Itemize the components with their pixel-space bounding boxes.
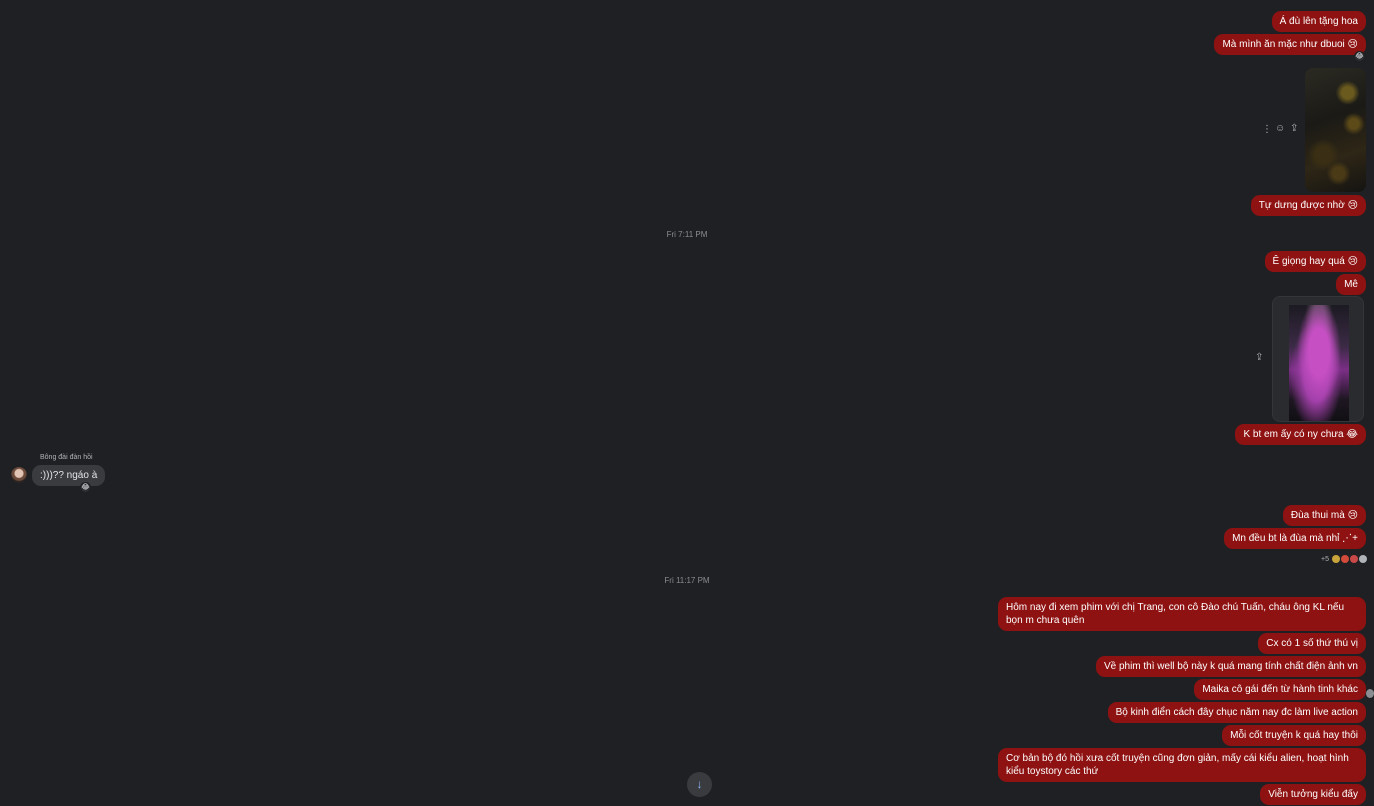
seen-avatar [1366,689,1374,698]
message-bubble[interactable]: Á đù lên tặng hoa [1271,11,1366,32]
reaction-icon[interactable]: 😂 [1354,51,1365,62]
message-bubble[interactable]: Đùa thui mà 😢 [1282,505,1366,526]
react-icon[interactable]: ☺ [1275,124,1285,134]
chat-thread: Á đù lên tặng hoa Mà mình ăn mặc như dbu… [0,0,1374,806]
reactions-summary[interactable]: +5 [1321,553,1367,565]
sender-name: Bông đài đàn hồi [40,454,93,461]
message-bubble[interactable]: Mê [1336,274,1366,295]
message-bubble[interactable]: Bộ kinh điển cách đây chục năm nay đc là… [1107,702,1366,723]
reaction-icon [1358,555,1367,563]
message-bubble[interactable]: Mà mình ăn mặc như dbuoi 😢 [1214,34,1366,55]
share-icon[interactable]: ⇪ [1255,353,1263,363]
video-attachment[interactable] [1272,296,1364,422]
message-bubble[interactable]: Tự dưng được nhờ 😢 [1250,195,1366,216]
reaction-count: +5 [1321,555,1329,563]
message-bubble[interactable]: Ê giọng hay quá 😢 [1264,251,1366,272]
message-bubble[interactable]: K bt em ấy có ny chưa 😂 [1235,424,1366,445]
message-bubble[interactable]: Hôm nay đi xem phim với chị Trang, con c… [998,597,1366,631]
message-bubble[interactable]: Maika cô gái đến từ hành tinh khác [1194,679,1366,700]
message-bubble[interactable]: Về phim thì well bộ này k quá mang tính … [1095,656,1366,677]
share-icon[interactable]: ⇪ [1290,124,1298,134]
timestamp: Fri 11:17 PM [664,576,710,585]
message-bubble[interactable]: Viễn tưởng kiểu đấy [1260,784,1366,805]
photo-attachment[interactable] [1305,68,1366,192]
more-options-icon[interactable]: ⋮ [1262,125,1272,135]
avatar[interactable] [11,467,27,483]
message-bubble[interactable]: Mn đều bt là đùa mà nhỉ ⋰+ [1224,528,1366,549]
reaction-icon[interactable]: 😂 [80,482,91,493]
reaction-icon [1331,555,1340,563]
message-bubble[interactable]: Cx có 1 số thứ thú vị [1258,633,1366,654]
scroll-to-bottom-button[interactable]: ↓ [687,772,712,797]
reaction-icon [1349,555,1358,563]
reaction-icon [1340,555,1349,563]
video-thumbnail [1289,305,1349,421]
message-bubble[interactable]: Cơ bản bộ đó hồi xưa cốt truyện cũng đơn… [998,748,1366,782]
message-bubble[interactable]: Mỗi cốt truyện k quá hay thôi [1222,725,1366,746]
message-bubble-incoming[interactable]: :)))?? ngáo à [32,465,106,486]
timestamp: Fri 7:11 PM [666,230,708,239]
